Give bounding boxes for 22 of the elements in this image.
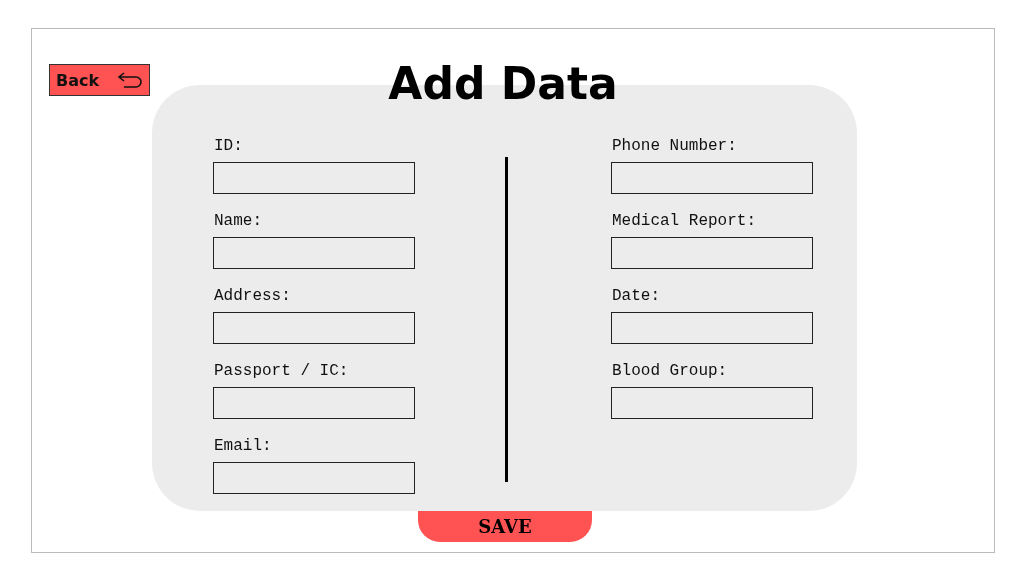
- input-field[interactable]: [213, 387, 415, 419]
- back-button[interactable]: Back: [49, 64, 150, 96]
- field-label: Phone Number:: [612, 136, 738, 156]
- field-label: Date:: [612, 286, 661, 306]
- field-label: Passport / IC:: [214, 361, 350, 381]
- input-field[interactable]: [213, 312, 415, 344]
- save-button[interactable]: SAVE: [418, 511, 592, 542]
- input-field[interactable]: [213, 462, 415, 494]
- input-field[interactable]: [213, 237, 415, 269]
- input-field[interactable]: [213, 162, 415, 194]
- field-label: Email:: [214, 436, 273, 456]
- input-field[interactable]: [611, 237, 813, 269]
- field-label: Address:: [214, 286, 292, 306]
- field-label: Name:: [214, 211, 263, 231]
- return-arrow-icon: [117, 72, 143, 88]
- input-field[interactable]: [611, 387, 813, 419]
- input-field[interactable]: [611, 312, 813, 344]
- page-title: Add Data: [387, 57, 619, 111]
- field-label: ID:: [214, 136, 244, 156]
- field-label: Blood Group:: [612, 361, 729, 381]
- input-field[interactable]: [611, 162, 813, 194]
- field-label: Medical Report:: [612, 211, 758, 231]
